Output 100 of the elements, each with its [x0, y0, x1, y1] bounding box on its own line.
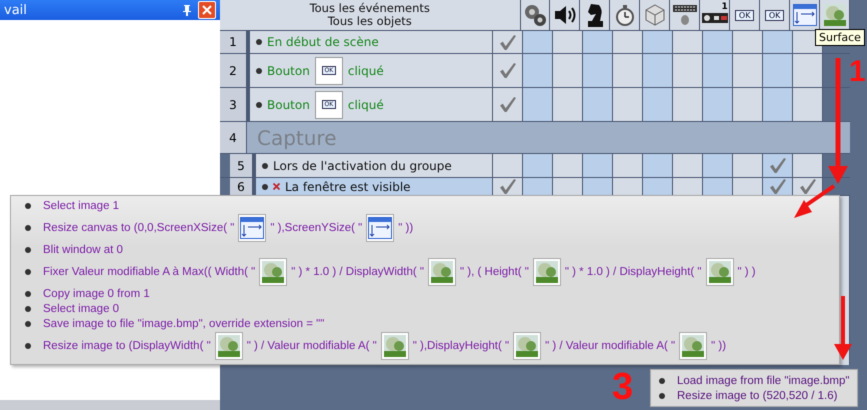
action-text: " ) * 1.0 ) / DisplayWidth( "	[291, 266, 424, 278]
grid-cell[interactable]	[523, 54, 553, 87]
grid-cell[interactable]	[583, 31, 613, 53]
grid-cell[interactable]	[643, 88, 673, 121]
grid-cell[interactable]	[553, 154, 583, 177]
grid-cell[interactable]	[583, 54, 613, 87]
grid-cell[interactable]	[673, 54, 703, 87]
ok-button-icon[interactable]: OK	[764, 10, 784, 20]
grid-cell[interactable]	[613, 54, 643, 87]
action-text: Select image 0	[43, 302, 120, 314]
action-text: Resize canvas to (0,0,ScreenXSize( "	[43, 222, 234, 234]
bullet-icon	[659, 392, 665, 398]
condition-row[interactable]: La fenêtre est visible	[256, 178, 493, 195]
row-number: 4	[220, 122, 247, 153]
action-text: Select image 1	[43, 200, 120, 212]
grid-cell[interactable]	[493, 88, 523, 121]
grid-cell[interactable]	[763, 154, 793, 177]
grid-cell[interactable]	[763, 54, 793, 87]
grid-cell[interactable]	[733, 178, 763, 195]
grid-cell[interactable]	[733, 54, 763, 87]
grid-cell[interactable]	[493, 154, 523, 177]
action-text: " ),DisplayHeight( "	[412, 340, 510, 352]
grid-cell[interactable]	[583, 154, 613, 177]
grid-cell[interactable]	[613, 31, 643, 53]
grid-cell[interactable]	[673, 88, 703, 121]
grid-cell[interactable]	[733, 31, 763, 53]
grid-cell[interactable]	[643, 154, 673, 177]
action-text: Save image to file "image.bmp", override extension = ""	[43, 318, 324, 330]
keyboard-mouse-icon[interactable]	[672, 3, 698, 27]
grid-cell[interactable]	[523, 88, 553, 121]
grid-cell[interactable]	[523, 178, 553, 195]
grid-cell[interactable]	[673, 31, 703, 53]
grid-cell[interactable]	[793, 154, 823, 177]
grid-cell[interactable]	[583, 88, 613, 121]
grid-cell[interactable]	[613, 88, 643, 121]
row-number: 3	[220, 88, 250, 121]
row-number: 2	[220, 54, 250, 87]
grid-cell[interactable]	[613, 154, 643, 177]
bullet-icon	[25, 246, 31, 252]
speaker-icon[interactable]	[552, 3, 577, 27]
action-text: Fixer Valeur modifiable A à Max(( Width( "	[43, 266, 256, 278]
condition-text: En début de scène	[267, 35, 379, 49]
bullet-icon	[262, 162, 268, 168]
bullet-icon	[25, 202, 31, 208]
header-title: Tous les événements	[310, 2, 430, 15]
grid-cell[interactable]	[553, 54, 583, 87]
grid-cell[interactable]	[493, 178, 523, 195]
grid-cell[interactable]	[523, 31, 553, 53]
panel-title: vail	[4, 2, 28, 18]
condition-text: Bouton	[267, 64, 310, 78]
gears-icon[interactable]	[522, 3, 547, 27]
grid-cell[interactable]	[643, 54, 673, 87]
grid-cell[interactable]	[523, 154, 553, 177]
grid-cell[interactable]	[793, 54, 823, 87]
grid-cell[interactable]	[733, 88, 763, 121]
frame-window-icon[interactable]	[792, 4, 817, 26]
grid-cell[interactable]	[553, 31, 583, 53]
condition-text: Lors de l'activation du groupe	[273, 158, 452, 172]
bullet-icon	[659, 378, 665, 384]
pin-icon[interactable]	[182, 4, 192, 16]
grid-cell[interactable]	[793, 88, 823, 121]
grid-cell[interactable]	[703, 178, 733, 195]
tree-image-icon[interactable]	[824, 4, 846, 26]
ok-button-icon[interactable]: OK	[734, 10, 754, 20]
close-icon	[202, 5, 212, 15]
grid-cell[interactable]	[583, 178, 613, 195]
bullet-icon	[25, 290, 31, 296]
grid-cell[interactable]	[793, 178, 823, 195]
grid-cell[interactable]	[703, 31, 733, 53]
action-text: " ),ScreenYSize( "	[270, 222, 362, 234]
grid-cell[interactable]	[733, 154, 763, 177]
action-text: " ))	[711, 340, 726, 352]
grid-cell[interactable]	[763, 178, 793, 195]
grid-cell[interactable]	[643, 178, 673, 195]
bullet-icon	[25, 224, 31, 230]
grid-cell[interactable]	[553, 178, 583, 195]
bullet-icon	[25, 268, 31, 274]
grid-cell[interactable]	[493, 54, 523, 87]
grid-cell[interactable]	[703, 88, 733, 121]
grid-cell[interactable]	[613, 178, 643, 195]
cube-icon[interactable]	[644, 3, 666, 27]
grid-cell[interactable]	[493, 31, 523, 53]
grid-cell[interactable]	[763, 88, 793, 121]
grid-cell[interactable]	[673, 178, 703, 195]
condition-text: cliqué	[348, 98, 384, 112]
close-button[interactable]	[198, 1, 216, 19]
annotation-number: 3	[612, 372, 634, 402]
grid-cell[interactable]	[763, 31, 793, 53]
bullet-icon	[25, 342, 31, 348]
stopwatch-icon[interactable]	[614, 4, 636, 26]
action-text: " ) / Valeur modifiable A( "	[246, 340, 377, 352]
grid-cell[interactable]	[703, 154, 733, 177]
action-text: " ), ( Height( "	[460, 266, 529, 278]
grid-cell[interactable]	[643, 31, 673, 53]
header-subtitle: Tous les objets	[328, 15, 412, 28]
grid-cell[interactable]	[703, 54, 733, 87]
grid-cell[interactable]	[553, 88, 583, 121]
condition-row[interactable]: Lors de l'activation du groupe	[256, 154, 493, 177]
row-number: 6	[230, 178, 256, 195]
grid-cell[interactable]	[673, 154, 703, 177]
